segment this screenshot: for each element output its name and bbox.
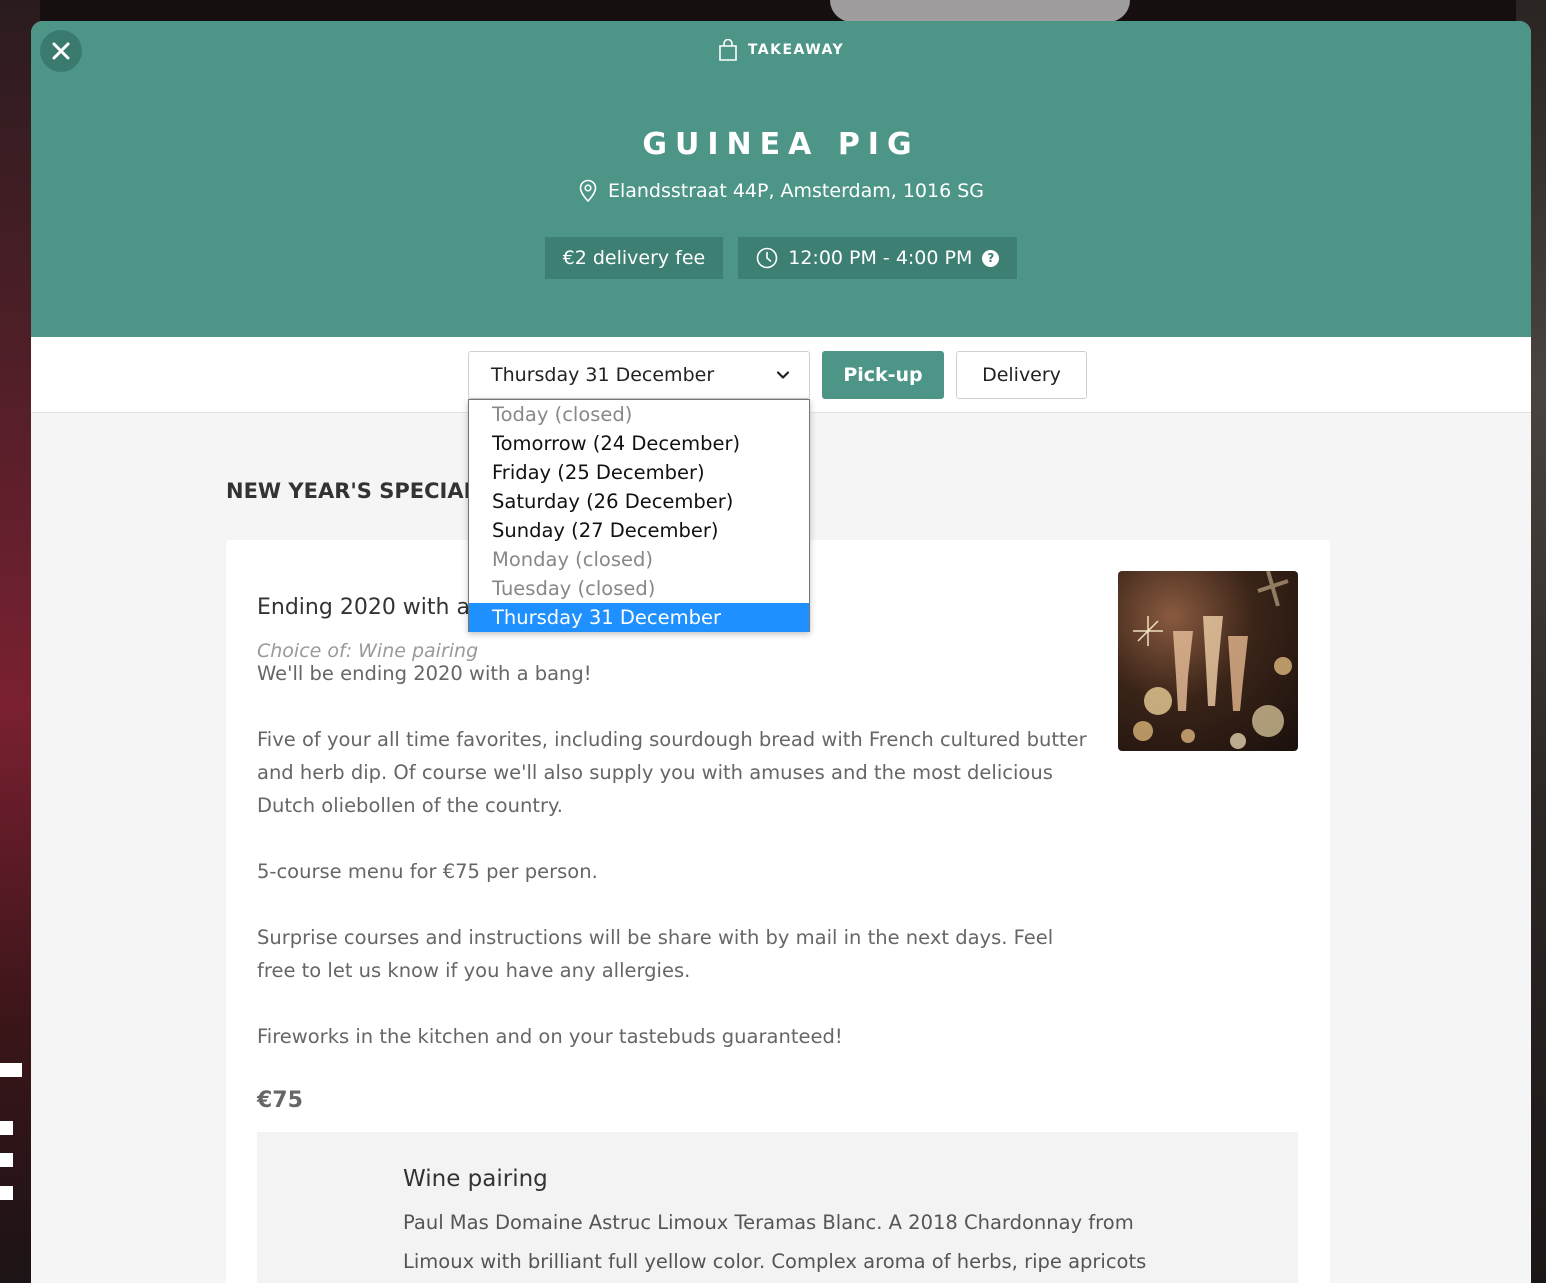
delivery-fee-badge: €2 delivery fee bbox=[544, 237, 724, 279]
date-dropdown-list: Today (closed) Tomorrow (24 December) Frid… bbox=[468, 399, 810, 632]
restaurant-header: TAKEAWAY GUINEA PIG Elandsstraat 44P, Am… bbox=[31, 21, 1531, 337]
service-type-text: TAKEAWAY bbox=[747, 42, 845, 58]
address-text: Elandsstraat 44P, Amsterdam, 1016 SG bbox=[607, 180, 985, 202]
background-mark bbox=[0, 1186, 13, 1200]
menu-item-title: Ending 2020 with a bbox=[257, 595, 470, 620]
option-title: Wine pairing bbox=[403, 1166, 548, 1192]
date-option[interactable]: Tomorrow (24 December) bbox=[469, 429, 809, 458]
description-paragraph: Five of your all time favorites, includi… bbox=[257, 728, 1087, 817]
section-title: NEW YEAR'S SPECIAL bbox=[226, 479, 477, 503]
date-option[interactable]: Friday (25 December) bbox=[469, 458, 809, 487]
option-description: Paul Mas Domaine Astruc Limoux Teramas B… bbox=[403, 1211, 1147, 1273]
date-option[interactable]: Saturday (26 December) bbox=[469, 487, 809, 516]
selected-date-text: Thursday 31 December bbox=[491, 364, 715, 386]
date-option: Today (closed) bbox=[492, 403, 633, 426]
date-select[interactable]: Thursday 31 December bbox=[468, 351, 810, 399]
date-option: Monday (closed) bbox=[492, 548, 653, 571]
description-paragraph: Fireworks in the kitchen and on your tas… bbox=[257, 1025, 843, 1048]
menu-item-description: We'll be ending 2020 with a bang! Five o… bbox=[257, 657, 1097, 1086]
service-type-label: TAKEAWAY bbox=[31, 39, 1531, 61]
date-option[interactable]: Thursday 31 December bbox=[469, 603, 809, 632]
opening-hours-text: 12:00 PM - 4:00 PM bbox=[788, 247, 973, 269]
description-paragraph: Surprise courses and instructions will b… bbox=[257, 926, 1054, 982]
pickup-button[interactable]: Pick-up bbox=[822, 351, 944, 399]
delivery-button[interactable]: Delivery bbox=[956, 351, 1087, 399]
chevron-down-icon bbox=[776, 371, 790, 379]
restaurant-address: Elandsstraat 44P, Amsterdam, 1016 SG bbox=[31, 179, 1531, 203]
restaurant-modal: TAKEAWAY GUINEA PIG Elandsstraat 44P, Am… bbox=[31, 21, 1531, 1283]
help-icon[interactable]: ? bbox=[982, 249, 1000, 267]
delivery-fee-text: €2 delivery fee bbox=[562, 247, 706, 269]
menu-item-card[interactable]: Ending 2020 with a Choice of: Wine pairi… bbox=[226, 540, 1330, 1283]
date-option[interactable]: Sunday (27 December) bbox=[469, 516, 809, 545]
description-paragraph: 5-course menu for €75 per person. bbox=[257, 860, 598, 883]
menu-item-price: €75 bbox=[257, 1088, 303, 1113]
wine-pairing-option[interactable]: Wine pairing Paul Mas Domaine Astruc Lim… bbox=[257, 1132, 1298, 1283]
description-paragraph: We'll be ending 2020 with a bang! bbox=[257, 662, 592, 685]
location-pin-icon bbox=[579, 179, 597, 203]
shopping-bag-icon bbox=[719, 39, 737, 61]
restaurant-name: GUINEA PIG bbox=[642, 127, 920, 162]
opening-hours-badge[interactable]: 12:00 PM - 4:00 PM ? bbox=[738, 237, 1018, 279]
background-mark bbox=[0, 1063, 22, 1077]
date-option: Tuesday (closed) bbox=[492, 577, 656, 600]
background-mark bbox=[0, 1121, 13, 1135]
background-mark bbox=[0, 1153, 13, 1167]
info-badges: €2 delivery fee 12:00 PM - 4:00 PM ? bbox=[31, 237, 1531, 279]
champagne-photo bbox=[1118, 571, 1298, 751]
background-shape bbox=[830, 0, 1130, 22]
clock-icon bbox=[756, 247, 778, 269]
